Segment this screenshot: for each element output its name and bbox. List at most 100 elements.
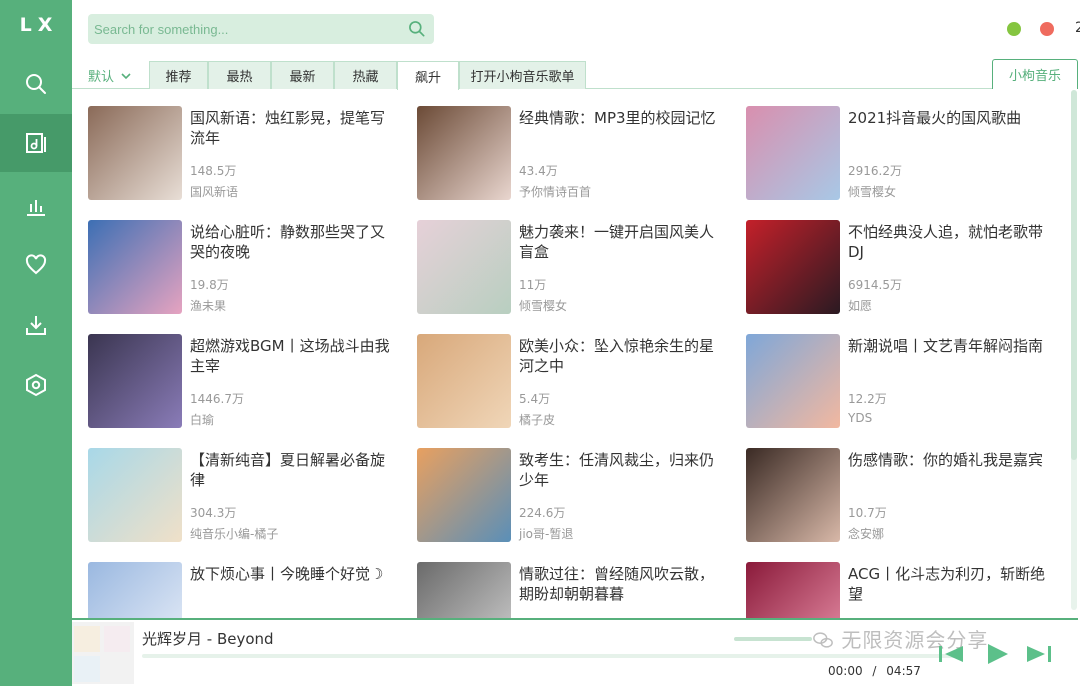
playlist-card[interactable]: 致考生：任清风裁尘，归来仍少年 224.6万 jio哥-暂退 xyxy=(417,448,727,548)
tab-newest[interactable]: 最新 xyxy=(271,61,334,89)
playlist-cover[interactable] xyxy=(417,220,511,314)
playlist-card[interactable]: 说给心脏听：静数那些哭了又哭的夜晚 19.8万 渔未果 xyxy=(88,220,398,320)
playlist-card[interactable]: 新潮说唱丨文艺青年解闷指南 12.2万 YDS xyxy=(746,334,1056,434)
playlist-title[interactable]: 致考生：任清风裁尘，归来仍少年 xyxy=(519,450,719,490)
playlist-cover[interactable] xyxy=(746,448,840,542)
sidebar-item-settings[interactable] xyxy=(0,356,72,414)
playlist-cover[interactable] xyxy=(417,106,511,200)
sort-select[interactable]: 默认 xyxy=(88,66,132,85)
play-icon[interactable] xyxy=(982,642,1012,666)
playlist-card[interactable]: 经典情歌：MP3里的校园记忆 43.4万 予你情诗百首 xyxy=(417,106,727,206)
playlist-cover[interactable] xyxy=(746,106,840,200)
heart-icon xyxy=(25,254,47,275)
playlist-author: jio哥-暂退 xyxy=(519,527,574,541)
tab-hot-collection[interactable]: 热藏 xyxy=(334,61,397,89)
previous-icon[interactable] xyxy=(936,642,966,666)
playlist-cover[interactable] xyxy=(746,562,840,618)
playlist-play-count: 10.7万 xyxy=(848,506,887,520)
sidebar-item-download[interactable] xyxy=(0,296,72,354)
playlist-cover[interactable] xyxy=(88,106,182,200)
playlist-title[interactable]: 放下烦心事丨今晚睡个好觉☽ xyxy=(190,564,390,584)
playlist-title[interactable]: 魅力袭来！一键开启国风美人盲盒 xyxy=(519,222,719,262)
duration: 04:57 xyxy=(886,664,921,678)
playlist-cover[interactable] xyxy=(88,562,182,618)
playlist-title[interactable]: 欧美小众：坠入惊艳余生的星河之中 xyxy=(519,336,719,376)
wechat-icon xyxy=(813,632,833,648)
scrollbar[interactable] xyxy=(1071,90,1077,610)
playlist-card[interactable]: 国风新语：烛红影晃，提笔写流年 148.5万 国风新语 xyxy=(88,106,398,206)
playlist-title[interactable]: 新潮说唱丨文艺青年解闷指南 xyxy=(848,336,1048,356)
playlist-play-count: 304.3万 xyxy=(190,506,237,520)
playlist-author: 倾雪樱女 xyxy=(519,299,568,313)
playlist-grid: 国风新语：烛红影晃，提笔写流年 148.5万 国风新语 经典情歌：MP3里的校园记忆 4… xyxy=(72,90,1072,618)
tab-open-playlist[interactable]: 打开小枸音乐歌单 xyxy=(459,61,586,89)
current-time: 00:00 xyxy=(828,664,863,678)
playlist-title[interactable]: 不怕经典没人追，就怕老歌带DJ xyxy=(848,222,1048,262)
playlist-cover[interactable] xyxy=(417,448,511,542)
playlist-title[interactable]: ACG丨化斗志为利刃，斩断绝望 xyxy=(848,564,1048,604)
search-input[interactable] xyxy=(88,14,398,44)
sidebar-item-search[interactable] xyxy=(0,55,72,113)
playlist-play-count: 43.4万 xyxy=(519,164,558,178)
close-button[interactable] xyxy=(1040,22,1054,36)
tab-recommend[interactable]: 推荐 xyxy=(149,61,208,89)
playlist-card[interactable]: 魅力袭来！一键开启国风美人盲盒 11万倾雪樱女 xyxy=(417,220,727,320)
sidebar-item-leaderboard[interactable] xyxy=(0,177,72,235)
playlist-title[interactable]: 超燃游戏BGM丨这场战斗由我主宰 xyxy=(190,336,390,376)
playlist-cover[interactable] xyxy=(88,448,182,542)
playlist-cover[interactable] xyxy=(417,334,511,428)
playlist-cover[interactable] xyxy=(88,334,182,428)
tab-rising[interactable]: 飙升 xyxy=(397,61,459,90)
player-cover[interactable] xyxy=(72,622,134,684)
next-icon[interactable] xyxy=(1024,642,1054,666)
playlist-card[interactable]: 放下烦心事丨今晚睡个好觉☽ xyxy=(88,562,398,618)
playlist-title[interactable]: 情歌过往：曾经随风吹云散，期盼却朝朝暮暮 xyxy=(519,564,719,604)
minimize-button[interactable] xyxy=(1007,22,1021,36)
progress-bar[interactable] xyxy=(142,654,962,658)
playlist-card[interactable]: 【清新纯音】夏日解暑必备旋律 304.3万 纯音乐小编-橘子 xyxy=(88,448,398,548)
playlist-cover[interactable] xyxy=(746,334,840,428)
playlist-card[interactable]: 不怕经典没人追，就怕老歌带DJ 6914.5万 如愿 xyxy=(746,220,1056,320)
search-icon xyxy=(409,21,425,37)
source-select[interactable]: 小枸音乐 xyxy=(992,59,1078,89)
sidebar-item-favorites[interactable] xyxy=(0,236,72,294)
search-box xyxy=(88,14,434,44)
settings-icon xyxy=(26,373,46,397)
playlist-author: 国风新语 xyxy=(190,185,239,199)
playlist-card[interactable]: 2021抖音最火的国风歌曲 2916.2万 倾雪樱女 xyxy=(746,106,1056,206)
sidebar-item-songlist[interactable] xyxy=(0,114,72,172)
playlist-play-count: 19.8万 xyxy=(190,278,229,292)
playlist-author: YDS xyxy=(848,411,873,425)
download-icon xyxy=(26,316,46,335)
tab-hottest[interactable]: 最热 xyxy=(208,61,271,89)
playlist-card[interactable]: 超燃游戏BGM丨这场战斗由我主宰 1446.7万 白瑜 xyxy=(88,334,398,434)
playlist-title[interactable]: 2021抖音最火的国风歌曲 xyxy=(848,108,1048,128)
search-icon xyxy=(26,74,46,94)
playlist-card[interactable]: 情歌过往：曾经随风吹云散，期盼却朝朝暮暮 xyxy=(417,562,727,618)
playlist-play-count: 148.5万 xyxy=(190,164,237,178)
playlist-author: 如愿 xyxy=(848,299,873,313)
search-button[interactable] xyxy=(406,18,428,40)
watermark-label: 无限资源会分享 xyxy=(841,628,989,652)
playlist-card[interactable]: 欧美小众：坠入惊艳余生的星河之中 5.4万 橘子皮 xyxy=(417,334,727,434)
playlist-play-count: 12.2万 xyxy=(848,392,887,406)
sort-label: 默认 xyxy=(88,70,115,85)
playlist-title[interactable]: 伤感情歌：你的婚礼我是嘉宾 xyxy=(848,450,1048,470)
playlist-card[interactable]: 伤感情歌：你的婚礼我是嘉宾 10.7万念安娜 xyxy=(746,448,1056,548)
playlist-play-count: 11万 xyxy=(519,278,547,292)
playlist-cover[interactable] xyxy=(417,562,511,618)
playlist-author: 念安娜 xyxy=(848,527,885,541)
scroll-thumb[interactable] xyxy=(1071,90,1077,460)
playlist-play-count: 224.6万 xyxy=(519,506,566,520)
edge-text: 2 xyxy=(1075,20,1080,36)
playlist-card[interactable]: ACG丨化斗志为利刃，斩断绝望 xyxy=(746,562,1056,618)
playlist-author: 倾雪樱女 xyxy=(848,185,897,199)
playlist-cover[interactable] xyxy=(746,220,840,314)
volume-slider[interactable] xyxy=(734,637,812,641)
playlist-title[interactable]: 说给心脏听：静数那些哭了又哭的夜晚 xyxy=(190,222,390,262)
playlist-cover[interactable] xyxy=(88,220,182,314)
playlist-title[interactable]: 经典情歌：MP3里的校园记忆 xyxy=(519,108,719,128)
chevron-down-icon xyxy=(121,72,131,79)
playlist-title[interactable]: 【清新纯音】夏日解暑必备旋律 xyxy=(190,450,390,490)
playlist-title[interactable]: 国风新语：烛红影晃，提笔写流年 xyxy=(190,108,390,148)
